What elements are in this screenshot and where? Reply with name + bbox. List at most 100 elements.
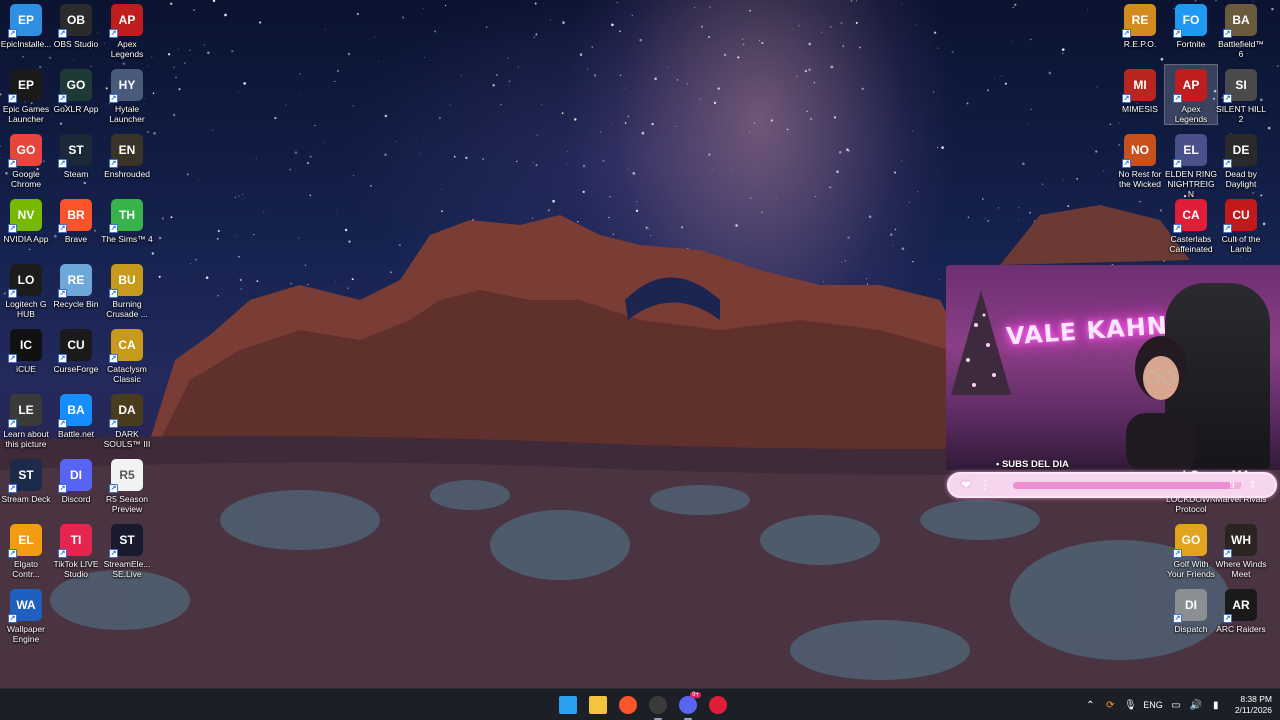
- taskbar: 9+ ⌃ ⟳ 🎙 ENG ▭ 🔊 ▮ 8:38 PM 2/11/2026: [0, 688, 1280, 720]
- discord-icon: [679, 696, 697, 714]
- desktop-icon-mimesis[interactable]: MI ↗ MIMESIS: [1114, 65, 1166, 114]
- shortcut-arrow-icon: ↗: [58, 159, 67, 168]
- desktop-icon-label: Dispatch: [1174, 624, 1208, 634]
- sync-icon[interactable]: ⟳: [1103, 698, 1117, 712]
- desktop-icon-golf[interactable]: GO ↗ Golf With Your Friends: [1165, 520, 1217, 579]
- desktop-icon-curseforge[interactable]: CU ↗ CurseForge: [50, 325, 102, 374]
- shortcut-arrow-icon: ↗: [1122, 159, 1131, 168]
- dead-by-daylight-icon: DE ↗: [1223, 134, 1257, 168]
- taskbar-discord[interactable]: 9+: [676, 692, 701, 720]
- desktop-icon-epic-games[interactable]: EP ↗ Epic Games Launcher: [0, 65, 52, 124]
- taskbar-obs[interactable]: [646, 693, 670, 720]
- desktop-icon-elgato[interactable]: EL ↗ Elgato Contr...: [0, 520, 52, 579]
- desktop-icon-hytale[interactable]: HY ↗ Hytale Launcher: [101, 65, 153, 124]
- desktop-icon-label: Wallpaper Engine: [7, 624, 45, 644]
- desktop-icon-label: Where Winds Meet: [1215, 559, 1267, 579]
- shortcut-arrow-icon: ↗: [58, 419, 67, 428]
- shortcut-arrow-icon: ↗: [1223, 549, 1232, 558]
- desktop-icon-label: Cult of the Lamb: [1221, 234, 1261, 254]
- desktop-icon-obs[interactable]: OB ↗ OBS Studio: [50, 0, 102, 49]
- desktop-icon-dark-souls[interactable]: DA ↗ DARK SOULS™ III: [101, 390, 153, 449]
- desktop-icon-casterlabs[interactable]: CA ↗ Casterlabs Caffeinated: [1165, 195, 1217, 254]
- shortcut-arrow-icon: ↗: [58, 354, 67, 363]
- windows-start-icon: [559, 696, 577, 714]
- desktop-icon-elden-ring[interactable]: EL ↗ ELDEN RING NIGHTREIGN: [1165, 130, 1217, 199]
- desktop-icon-sims[interactable]: TH ↗ The Sims™ 4: [101, 195, 153, 244]
- taskbar-casterlabs[interactable]: [706, 693, 730, 717]
- desktop-icon-cult-lamb[interactable]: CU ↗ Cult of the Lamb: [1215, 195, 1267, 254]
- discord-icon: DI ↗: [58, 459, 92, 493]
- wallpaper-engine-icon: WA ↗: [8, 589, 42, 623]
- clock-date: 2/11/2026: [1234, 705, 1272, 715]
- desktop-icon-learn-picture[interactable]: LE ↗ Learn about this picture: [0, 390, 52, 449]
- desktop-icon-steam[interactable]: ST ↗ Steam: [50, 130, 102, 179]
- network-icon[interactable]: ▭: [1169, 698, 1183, 712]
- desktop-icon-label: Brave: [64, 234, 88, 244]
- desktop-icon-discord[interactable]: DI ↗ Discord: [50, 455, 102, 504]
- shortcut-arrow-icon: ↗: [1173, 549, 1182, 558]
- desktop-icon-goxlr[interactable]: GO ↗ GoXLR App: [50, 65, 102, 114]
- casterlabs-icon: [709, 696, 727, 714]
- volume-icon[interactable]: 🔊: [1189, 698, 1203, 712]
- desktop-icon-label: Discord: [61, 494, 91, 504]
- desktop-icon-fortnite[interactable]: FO ↗ Fortnite: [1165, 0, 1217, 49]
- desktop-icon-installer-disc[interactable]: EP ↗ EpicInstalle...: [0, 0, 52, 49]
- desktop-icon-dead-by-daylight[interactable]: DE ↗ Dead by Daylight: [1215, 130, 1267, 189]
- desktop-icon-label: Apex Legends: [1174, 104, 1208, 124]
- desktop-icon-streamelements[interactable]: ST ↗ StreamEle... SE.Live: [101, 520, 153, 579]
- desktop-icon-label: CurseForge: [53, 364, 99, 374]
- desktop-icon-brave[interactable]: BR ↗ Brave: [50, 195, 102, 244]
- desktop-icon-wallpaper-engine[interactable]: WA ↗ Wallpaper Engine: [0, 585, 52, 644]
- shortcut-arrow-icon: ↗: [109, 354, 118, 363]
- desktop-icon-wow-cataclysm[interactable]: CA ↗ Cataclysm Classic: [101, 325, 153, 384]
- taskbar-file-explorer[interactable]: [586, 693, 610, 717]
- elgato-icon: EL ↗: [8, 524, 42, 558]
- wow-cataclysm-icon: CA ↗: [109, 329, 143, 363]
- shortcut-arrow-icon: ↗: [8, 614, 17, 623]
- desktop-icon-icue[interactable]: IC ↗ iCUE: [0, 325, 52, 374]
- desktop-icon-logitech[interactable]: LO ↗ Logitech G HUB: [0, 260, 52, 319]
- desktop-icon-label: Golf With Your Friends: [1167, 559, 1215, 579]
- steam-icon: ST ↗: [58, 134, 92, 168]
- language-indicator[interactable]: ENG: [1143, 700, 1163, 710]
- desktop-icon-stream-deck[interactable]: ST ↗ Stream Deck: [0, 455, 52, 504]
- desktop-icon-chrome[interactable]: GO ↗ Google Chrome: [0, 130, 52, 189]
- where-winds-icon: WH ↗: [1223, 524, 1257, 558]
- taskbar-apps: 9+: [556, 692, 730, 720]
- battery-icon[interactable]: ▮: [1209, 698, 1223, 712]
- system-tray: ⌃ ⟳ 🎙 ENG ▭ 🔊 ▮ 8:38 PM 2/11/2026: [1083, 689, 1272, 720]
- desktop-icon-enshrouded[interactable]: EN ↗ Enshrouded: [101, 130, 153, 179]
- desktop-icon-document[interactable]: R5 ↗ R5 Season Preview: [101, 455, 153, 514]
- desktop-icon-label: EpicInstalle...: [0, 39, 52, 49]
- desktop-icon-battlefield[interactable]: BA ↗ Battlefield™ 6: [1215, 0, 1267, 59]
- chevron-up-icon[interactable]: ⌃: [1083, 698, 1097, 712]
- stream-deck-icon: ST ↗: [8, 459, 42, 493]
- desktop-icon-battlenet[interactable]: BA ↗ Battle.net: [50, 390, 102, 439]
- desktop-icon-label: Google Chrome: [10, 169, 42, 189]
- goal-fill: [1013, 482, 1232, 489]
- microphone-icon[interactable]: 🎙: [1123, 698, 1137, 712]
- desktop-icon-wow[interactable]: BU ↗ Burning Crusade ...: [101, 260, 153, 319]
- desktop-icon-apex[interactable]: AP ↗ Apex Legends: [1164, 64, 1218, 125]
- desktop-icon-silent-hill[interactable]: SI ↗ SILENT HILL 2: [1215, 65, 1267, 124]
- desktop-icon-tiktok[interactable]: TI ↗ TikTok LIVE Studio: [50, 520, 102, 579]
- desktop-icon-repo[interactable]: RE ↗ R.E.P.O.: [1114, 0, 1166, 49]
- taskbar-brave[interactable]: [616, 693, 640, 717]
- desktop-icon-label: NVIDIA App: [3, 234, 49, 244]
- desktop-icon-recycle-bin[interactable]: RE ↗ Recycle Bin: [50, 260, 102, 309]
- clock-time: 8:38 PM: [1240, 694, 1272, 704]
- desktop-icon-dispatch[interactable]: DI ↗ Dispatch: [1165, 585, 1217, 634]
- desktop-icon-no-rest[interactable]: NO ↗ No Rest for the Wicked: [1114, 130, 1166, 189]
- repo-icon: RE ↗: [1122, 4, 1156, 38]
- desktop-icon-arc-raiders[interactable]: AR ↗ ARC Raiders: [1215, 585, 1267, 634]
- clock[interactable]: 8:38 PM 2/11/2026: [1235, 694, 1272, 716]
- desktop-icon-label: DARK SOULS™ III: [103, 429, 151, 449]
- fortnite-icon: FO ↗: [1173, 4, 1207, 38]
- desktop-icon-label: Steam: [63, 169, 89, 179]
- taskbar-start[interactable]: [556, 693, 580, 717]
- desktop-icon-label: R5 Season Preview: [105, 494, 149, 514]
- goal-count: 9 / 7: [1229, 480, 1257, 490]
- desktop-icon-nvidia[interactable]: NV ↗ NVIDIA App: [0, 195, 52, 244]
- desktop-icon-where-winds[interactable]: WH ↗ Where Winds Meet: [1215, 520, 1267, 579]
- desktop-icon-apex[interactable]: AP ↗ Apex Legends: [101, 0, 153, 59]
